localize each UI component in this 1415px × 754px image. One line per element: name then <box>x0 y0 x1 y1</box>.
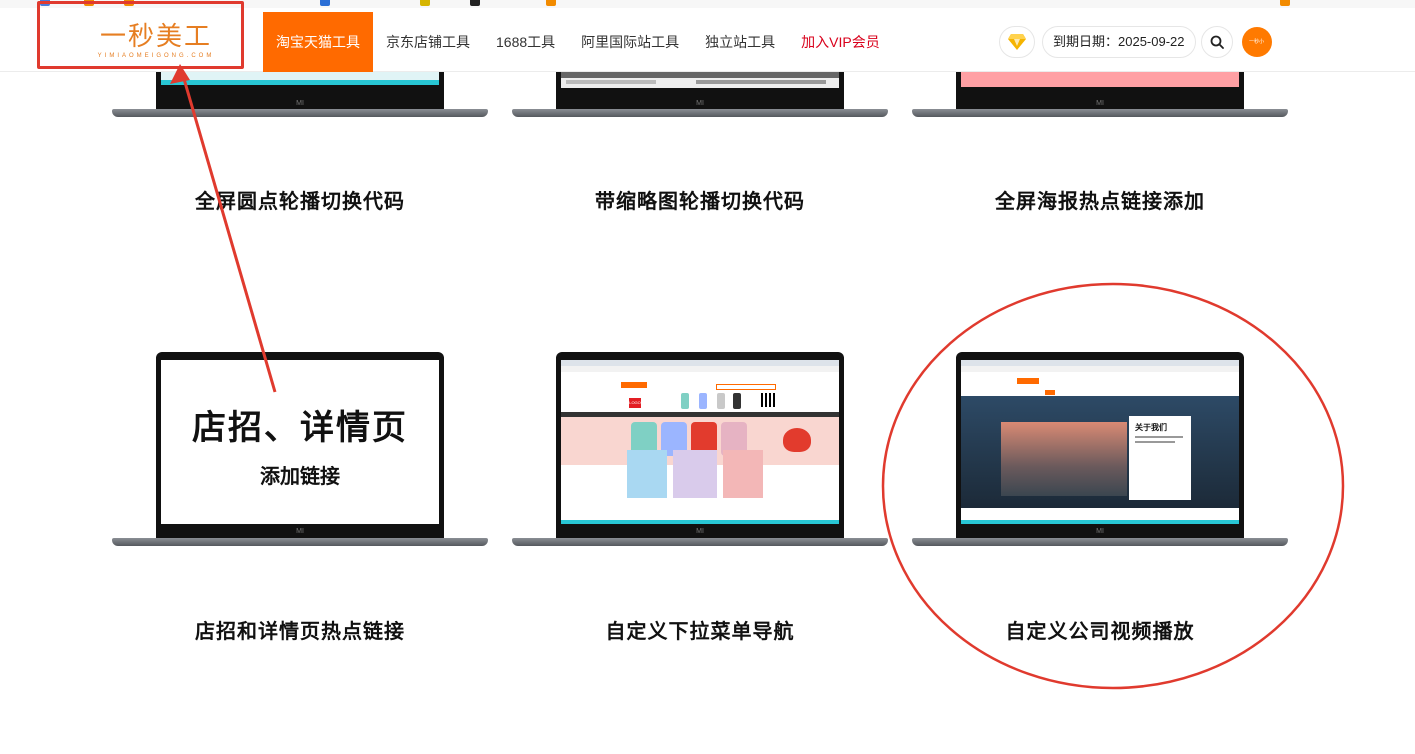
laptop-base <box>112 109 488 117</box>
nav-taobao-tmall-tools[interactable]: 淘宝天猫工具 <box>263 12 373 72</box>
laptop-screen: LOGO MI <box>556 352 844 538</box>
laptop-base <box>512 109 888 117</box>
screen-content: LOGO <box>561 360 839 524</box>
laptop-screen: 店招、详情页 添加链接 MI <box>156 352 444 538</box>
screen-content: 关于我们 <box>961 360 1239 524</box>
card-title[interactable]: 自定义公司视频播放 <box>912 615 1288 644</box>
card-title[interactable]: 店招和详情页热点链接 <box>112 615 488 644</box>
diamond-icon <box>1008 34 1026 50</box>
search-button[interactable] <box>1200 26 1233 58</box>
annotation-logo-box <box>37 1 244 69</box>
bookmark-icon[interactable] <box>546 0 556 6</box>
laptop-brand: MI <box>696 528 704 535</box>
screen-main-text: 店招、详情页 <box>192 409 408 447</box>
laptop-brand: MI <box>296 100 304 107</box>
bookmark-icon[interactable] <box>470 0 480 6</box>
screen-heading: 关于我们 <box>1135 423 1167 432</box>
annotation-arrow-line <box>180 71 277 393</box>
laptop-brand: MI <box>1096 100 1104 107</box>
nav-jd-store-tools[interactable]: 京东店铺工具 <box>373 12 483 72</box>
bookmark-icon[interactable] <box>1280 0 1290 6</box>
laptop-base <box>912 538 1288 546</box>
laptop-screen: MI <box>556 72 844 110</box>
user-avatar[interactable]: 一秒小 <box>1241 27 1272 57</box>
laptop-base <box>912 109 1288 117</box>
laptop-screen: MI <box>956 72 1244 110</box>
card-title[interactable]: 带缩略图轮播切换代码 <box>512 185 888 214</box>
laptop-brand: MI <box>296 528 304 535</box>
card-title[interactable]: 全屏圆点轮播切换代码 <box>112 185 488 214</box>
search-icon <box>1210 35 1224 49</box>
screen-content: 店招、详情页 添加链接 <box>161 360 439 524</box>
laptop-screen: MI <box>156 72 444 110</box>
laptop-screen: 关于我们 MI <box>956 352 1244 538</box>
video-player[interactable] <box>1001 422 1127 496</box>
vip-diamond-button[interactable] <box>999 26 1035 58</box>
laptop-brand: MI <box>1096 528 1104 535</box>
laptop-brand: MI <box>696 100 704 107</box>
screen-sub-text: 添加链接 <box>260 466 340 488</box>
laptop-base <box>512 538 888 546</box>
expiry-date-badge: 到期日期：2025-09-22 <box>1042 26 1196 58</box>
expiry-label: 到期日期： <box>1053 34 1119 49</box>
expiry-date: 2025-09-22 <box>1118 34 1185 49</box>
main-nav: 淘宝天猫工具 京东店铺工具 1688工具 阿里国际站工具 独立站工具 加入VIP… <box>263 12 893 72</box>
card-title[interactable]: 全屏海报热点链接添加 <box>912 185 1288 214</box>
header-actions: 到期日期：2025-09-22 一秒小 <box>999 26 1272 58</box>
bookmark-icon[interactable] <box>420 0 430 6</box>
screen-logo: LOGO <box>629 398 641 408</box>
nav-join-vip[interactable]: 加入VIP会员 <box>788 12 893 72</box>
nav-alibaba-intl-tools[interactable]: 阿里国际站工具 <box>568 12 692 72</box>
card-title[interactable]: 自定义下拉菜单导航 <box>512 615 888 644</box>
laptop-base <box>112 538 488 546</box>
bookmark-icon[interactable] <box>320 0 330 6</box>
nav-1688-tools[interactable]: 1688工具 <box>483 12 568 72</box>
nav-standalone-site-tools[interactable]: 独立站工具 <box>692 12 788 72</box>
